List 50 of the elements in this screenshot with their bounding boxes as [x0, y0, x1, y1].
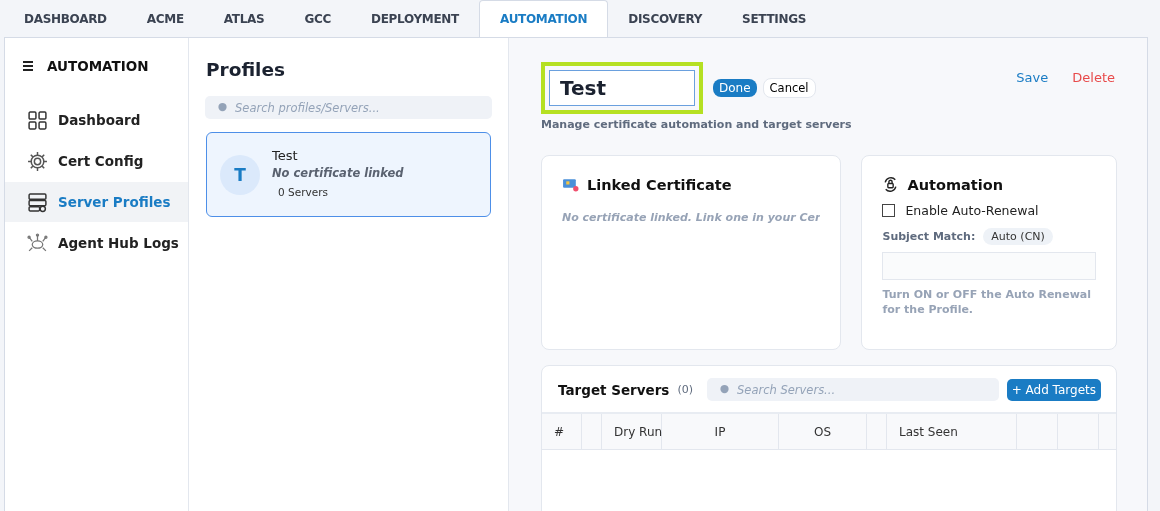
certificate-icon: [562, 176, 579, 193]
menu-icon[interactable]: [23, 61, 33, 71]
profile-name: Test: [272, 148, 299, 163]
nav-tab[interactable]: DEPLOYMENT: [351, 1, 479, 37]
profile-card[interactable]: T Test No certificate linked 0 Servers: [206, 132, 491, 217]
sidebar-item[interactable]: Server Profiles: [5, 182, 188, 222]
sidebar-item[interactable]: Agent Hub Logs: [5, 223, 188, 263]
add-targets-button[interactable]: + Add Targets: [1006, 378, 1101, 401]
column-header: Dry Run: [614, 424, 663, 439]
save-link[interactable]: Save: [1014, 70, 1051, 85]
server-icon: [27, 191, 48, 213]
nav-tab[interactable]: DASHBOARD: [4, 1, 127, 37]
checkbox[interactable]: [882, 204, 896, 217]
column-header: IP: [714, 424, 726, 439]
column-header: #: [554, 424, 565, 439]
subtitle: Manage certificate automation and target servers: [541, 118, 853, 131]
network-icon: [27, 232, 48, 254]
nav-tab[interactable]: ACME: [126, 1, 204, 37]
field-label: Subject Match:: [882, 230, 976, 243]
card-title: Automation: [907, 176, 1003, 193]
nav-tab[interactable]: SETTINGS: [722, 1, 827, 37]
server-count: 0 Servers: [277, 185, 329, 200]
gear-icon: [27, 150, 48, 172]
avatar: T: [220, 154, 260, 195]
sidebar-item[interactable]: Cert Config: [5, 141, 188, 181]
grid-icon: [27, 109, 48, 131]
sidebar-item[interactable]: Dashboard: [5, 100, 188, 140]
hint-text: Turn ON or OFF the Auto Renewal for the Profile.: [882, 288, 1093, 318]
name-field[interactable]: Test: [549, 70, 695, 106]
search-field[interactable]: Search profiles/Servers...: [205, 96, 492, 119]
subject-match-tag: Auto (CN): [983, 228, 1053, 245]
done-button[interactable]: Done: [713, 79, 757, 97]
card-title: Target Servers: [558, 381, 670, 398]
auto-renewal-checkbox[interactable]: Enable Auto-Renewal: [882, 203, 1096, 218]
nav-tab[interactable]: ATLAS: [203, 1, 285, 37]
search-field[interactable]: Search Servers...: [707, 378, 999, 401]
delete-link[interactable]: Delete: [1070, 70, 1117, 85]
nav-tab[interactable]: DISCOVERY: [608, 1, 723, 37]
nav-tab[interactable]: AUTOMATION: [479, 0, 609, 37]
column-header: Last Seen: [899, 424, 958, 439]
nav-tab[interactable]: GCC: [284, 1, 351, 37]
count: (0): [677, 383, 693, 396]
cancel-button[interactable]: Cancel: [762, 78, 816, 98]
certificate-status: No certificate linked: [272, 166, 404, 180]
section-title: Profiles: [206, 59, 286, 80]
subject-input[interactable]: [882, 252, 1096, 280]
sidebar-title: AUTOMATION: [47, 58, 149, 74]
column-header: OS: [813, 424, 832, 439]
empty-message: No certificate linked. Link one in your Cer: [562, 211, 821, 224]
card-title: Linked Certificate: [587, 176, 732, 193]
